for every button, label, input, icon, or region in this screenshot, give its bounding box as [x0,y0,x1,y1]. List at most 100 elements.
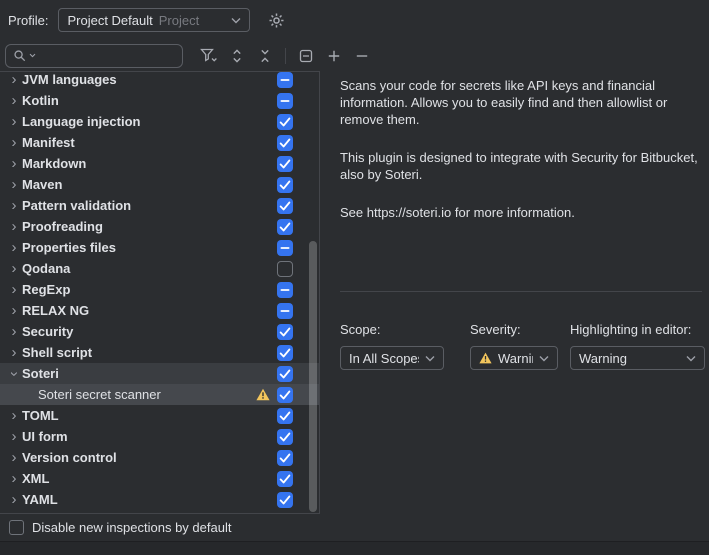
tree-row-checkbox[interactable] [277,471,293,487]
tree-row-label: Soteri secret scanner [38,387,161,402]
profile-dropdown[interactable]: Project Default Project [58,8,250,32]
chevron-collapsed-icon[interactable]: › [6,450,22,466]
tree-row[interactable]: ›RegExp [0,279,319,300]
tree-row[interactable]: ›Maven [0,174,319,195]
highlighting-label: Highlighting in editor: [570,322,705,337]
tree-row-checkbox[interactable] [277,429,293,445]
chevron-collapsed-icon[interactable]: › [6,177,22,193]
tree-row-checkbox[interactable] [277,324,293,340]
tree-row-checkbox[interactable] [277,198,293,214]
search-icon [13,49,26,62]
chevron-collapsed-icon[interactable]: › [6,135,22,151]
tree-row-checkbox[interactable] [277,156,293,172]
chevron-collapsed-icon[interactable]: › [6,156,22,172]
tree-row-checkbox[interactable] [277,135,293,151]
tree-row-label: TOML [22,408,59,423]
tree-row-checkbox[interactable] [277,177,293,193]
chevron-collapsed-icon[interactable]: › [6,345,22,361]
add-icon[interactable] [322,44,346,68]
tree-row-label: JVM languages [22,72,117,87]
tree-row-checkbox[interactable] [277,261,293,277]
tree-row[interactable]: ›Pattern validation [0,195,319,216]
tree-row[interactable]: Soteri secret scanner [0,384,319,405]
main-area: ›JVM languages›Kotlin›Language injection… [0,71,709,514]
chevron-collapsed-icon[interactable]: › [6,471,22,487]
gear-icon[interactable] [264,8,288,32]
profile-dropdown-suffix: Project [159,13,199,28]
tree-row[interactable]: ›UI form [0,426,319,447]
tree-row-checkbox[interactable] [277,72,293,88]
tree-row-checkbox[interactable] [277,366,293,382]
chevron-collapsed-icon[interactable]: › [6,492,22,508]
tree-row-checkbox[interactable] [277,93,293,109]
chevron-collapsed-icon[interactable]: › [6,408,22,424]
tree-row[interactable]: ›Language injection [0,111,319,132]
tree-row-label: Version control [22,450,117,465]
tree-row-checkbox[interactable] [277,387,293,403]
tree-row[interactable]: ›Markdown [0,153,319,174]
expand-all-icon[interactable] [225,44,249,68]
scope-label: Scope: [340,322,444,337]
chevron-down-icon [231,17,241,24]
tree-row-checkbox[interactable] [277,450,293,466]
tree-row-checkbox[interactable] [277,492,293,508]
tree-row-label: Manifest [22,135,75,150]
scrollbar-thumb[interactable] [309,241,317,512]
chevron-collapsed-icon[interactable]: › [6,282,22,298]
tree-row[interactable]: ›Proofreading [0,216,319,237]
tree-row[interactable]: ›Shell script [0,342,319,363]
tree-row-checkbox[interactable] [277,303,293,319]
tree-row[interactable]: ›YAML [0,489,319,510]
chevron-collapsed-icon[interactable]: › [6,198,22,214]
search-history-chevron-icon[interactable] [29,53,36,58]
warning-icon [479,352,492,364]
tree-row[interactable]: ›Qodana [0,258,319,279]
chevron-collapsed-icon[interactable]: › [6,240,22,256]
tree-row[interactable]: ›Security [0,321,319,342]
tree-row-checkbox[interactable] [277,240,293,256]
highlighting-dropdown[interactable]: Warning [570,346,705,370]
tree-row[interactable]: ›XML [0,468,319,489]
tree-row[interactable]: ›Soteri [0,363,319,384]
tree-row-label: RegExp [22,282,70,297]
tree-row-checkbox[interactable] [277,408,293,424]
inspections-settings-page: Profile: Project Default Project [0,0,709,555]
tree-row-checkbox[interactable] [277,345,293,361]
chevron-down-icon [539,355,549,362]
profile-row: Profile: Project Default Project [0,0,709,40]
chevron-collapsed-icon[interactable]: › [6,93,22,109]
chevron-collapsed-icon[interactable]: › [6,261,22,277]
tree-row-checkbox[interactable] [277,219,293,235]
tree-row[interactable]: ›JVM languages [0,71,319,90]
tree-row[interactable]: ›Properties files [0,237,319,258]
tree-row[interactable]: ›RELAX NG [0,300,319,321]
square-minus-icon[interactable] [294,44,318,68]
chevron-collapsed-icon[interactable]: › [6,303,22,319]
scope-dropdown[interactable]: In All Scopes [340,346,444,370]
chevron-collapsed-icon[interactable]: › [6,114,22,130]
collapse-all-icon[interactable] [253,44,277,68]
footer-row: Disable new inspections by default [0,514,709,541]
highlighting-dropdown-value: Warning [579,351,627,366]
tree-row-checkbox[interactable] [277,282,293,298]
tree-row[interactable]: ›Version control [0,447,319,468]
tree-row-label: Proofreading [22,219,103,234]
chevron-collapsed-icon[interactable]: › [6,429,22,445]
severity-dropdown[interactable]: Warning [470,346,558,370]
remove-icon[interactable] [350,44,374,68]
inspection-detail-panel: Scans your code for secrets like API key… [320,71,709,514]
filter-icon[interactable] [197,44,221,68]
chevron-expanded-icon[interactable]: › [6,366,22,382]
disable-new-inspections-checkbox[interactable] [9,520,24,535]
severity-label: Severity: [470,322,558,337]
chevron-collapsed-icon[interactable]: › [6,72,22,88]
tree-row-checkbox[interactable] [277,114,293,130]
tree-row[interactable]: ›TOML [0,405,319,426]
warning-icon [256,388,270,401]
chevron-collapsed-icon[interactable]: › [6,219,22,235]
profile-label: Profile: [8,13,48,28]
chevron-collapsed-icon[interactable]: › [6,324,22,340]
tree-row[interactable]: ›Manifest [0,132,319,153]
tree-row[interactable]: ›Kotlin [0,90,319,111]
search-input[interactable] [5,44,183,68]
